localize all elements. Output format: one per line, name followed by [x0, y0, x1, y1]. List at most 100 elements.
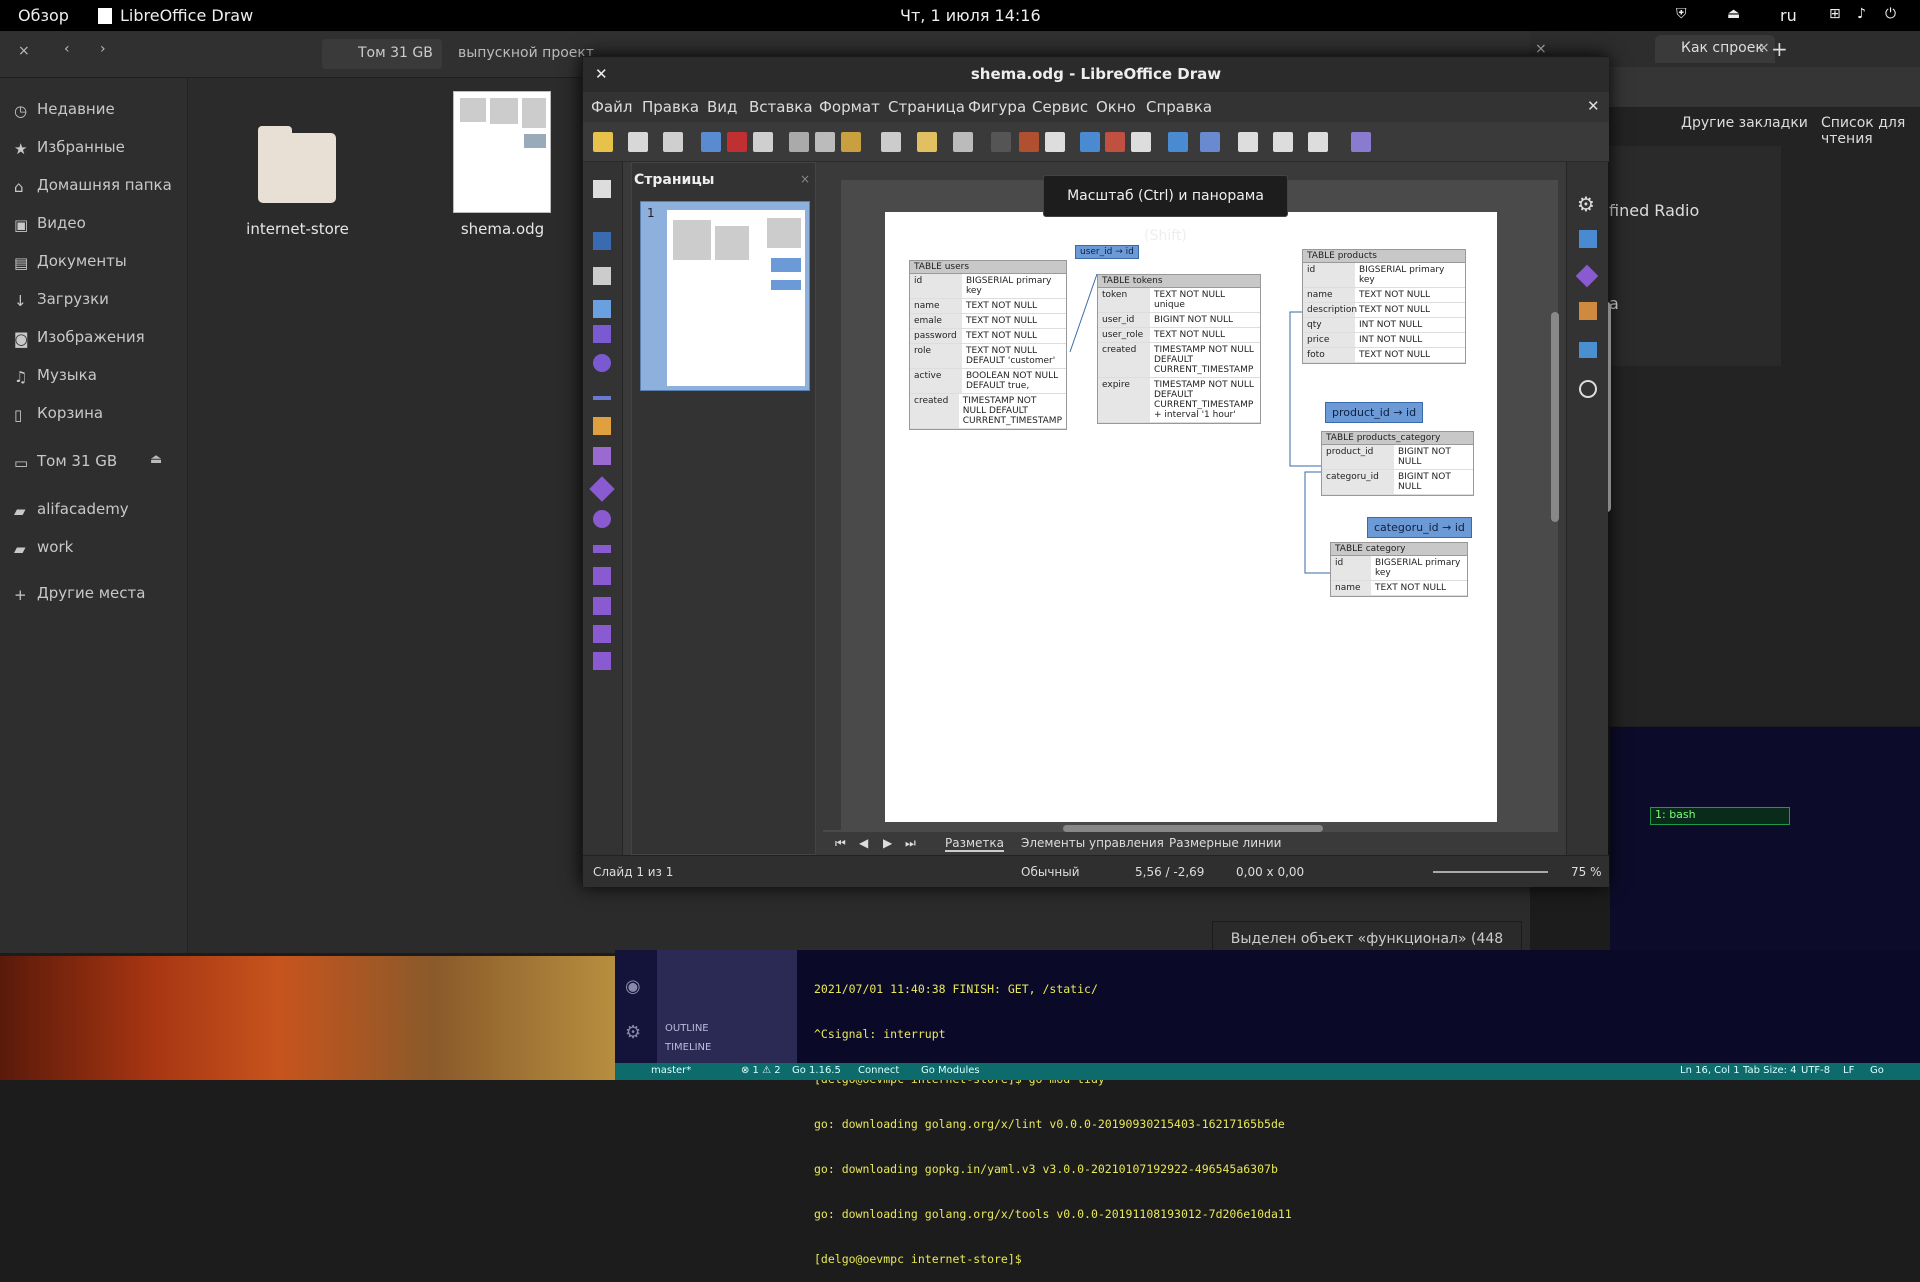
special-character-icon[interactable]: [1131, 132, 1151, 152]
menu-format[interactable]: Формат: [819, 98, 880, 116]
sidebar-item-home[interactable]: ⌂ Домашняя папка: [14, 176, 172, 196]
horizontal-scrollbar[interactable]: [1063, 825, 1323, 832]
timeline-section[interactable]: TIMELINE: [665, 1042, 711, 1053]
symbol-shapes-icon[interactable]: [593, 510, 611, 528]
git-branch[interactable]: master*: [651, 1065, 691, 1076]
save-icon[interactable]: [663, 132, 683, 152]
language-mode[interactable]: Go: [1870, 1065, 1884, 1076]
problems-count[interactable]: ⊗ 1 ⚠ 2: [741, 1065, 781, 1076]
basic-shapes-icon[interactable]: [589, 476, 615, 502]
bookmarks-folder[interactable]: Другие закладки: [1681, 115, 1808, 131]
file-label[interactable]: internet-store: [230, 220, 365, 238]
power-icon[interactable]: ⏻: [1885, 6, 1896, 22]
properties-icon[interactable]: [1579, 230, 1597, 248]
account-icon[interactable]: ◉: [625, 976, 641, 997]
keyboard-layout[interactable]: ru: [1780, 6, 1797, 25]
next-page-icon[interactable]: ▶: [883, 836, 892, 850]
arrange-icon[interactable]: [1273, 132, 1293, 152]
close-document-icon[interactable]: ✕: [1587, 97, 1600, 115]
vertical-scrollbar[interactable]: [1551, 312, 1559, 522]
tab-controls[interactable]: Элементы управления: [1021, 836, 1164, 850]
volume-icon[interactable]: ♪: [1857, 6, 1866, 22]
menu-file[interactable]: Файл: [591, 98, 632, 116]
reading-list[interactable]: Список для чтения: [1821, 115, 1920, 147]
export-icon[interactable]: [701, 132, 721, 152]
path-segment[interactable]: Том 31 GB: [322, 39, 442, 69]
block-arrows-icon[interactable]: [593, 545, 611, 553]
gallery-icon[interactable]: [1579, 342, 1597, 358]
styles-icon[interactable]: [1579, 302, 1597, 320]
align-icon[interactable]: [1238, 132, 1258, 152]
grid-icon[interactable]: [991, 132, 1011, 152]
eol[interactable]: LF: [1843, 1065, 1854, 1076]
transform-icon[interactable]: [1200, 132, 1220, 152]
menu-help[interactable]: Справка: [1146, 98, 1212, 116]
path-segment[interactable]: выпускной проект: [458, 45, 594, 61]
star-icon[interactable]: [593, 625, 611, 643]
sidebar-item-recent[interactable]: ◷ Недавние: [14, 100, 115, 120]
line-tool-icon[interactable]: [593, 300, 611, 318]
connect-status[interactable]: Connect: [858, 1065, 899, 1076]
sidebar-item-downloads[interactable]: ↓ Загрузки: [14, 290, 109, 310]
last-page-icon[interactable]: ⏭: [905, 836, 916, 851]
cursor-position[interactable]: Ln 16, Col 1: [1680, 1065, 1740, 1076]
line-arrow-icon[interactable]: [593, 396, 611, 400]
eject-icon[interactable]: ⏏: [150, 452, 162, 467]
outline-section[interactable]: OUTLINE: [665, 1023, 709, 1034]
encoding[interactable]: UTF-8: [1801, 1065, 1830, 1076]
clone-formatting-icon[interactable]: [881, 132, 901, 152]
zoom-pan-icon[interactable]: [1045, 132, 1065, 152]
gear-icon[interactable]: ⚙: [1577, 192, 1595, 216]
paste-icon[interactable]: [841, 132, 861, 152]
flowchart-icon[interactable]: [593, 567, 611, 585]
menu-page[interactable]: Страница: [888, 98, 965, 116]
cut-icon[interactable]: [789, 132, 809, 152]
line-color-icon[interactable]: [593, 232, 611, 250]
shadow-icon[interactable]: [1351, 132, 1371, 152]
activities-button[interactable]: Обзор: [18, 6, 69, 25]
copy-icon[interactable]: [815, 132, 835, 152]
close-panel-icon[interactable]: ×: [800, 172, 810, 186]
prev-page-icon[interactable]: ◀: [859, 836, 868, 850]
drawing-page[interactable]: TABLE users id BIGSERIAL primary key name…: [885, 212, 1497, 822]
helplines-icon[interactable]: [1019, 132, 1039, 152]
callout-icon[interactable]: [593, 597, 611, 615]
print-icon[interactable]: [753, 132, 773, 152]
forward-icon[interactable]: ›: [100, 41, 106, 57]
app-menu[interactable]: LibreOffice Draw: [120, 6, 253, 25]
document-thumbnail[interactable]: [453, 91, 551, 213]
fill-color-icon[interactable]: [593, 267, 611, 285]
back-icon[interactable]: ‹: [64, 41, 70, 57]
file-label[interactable]: shema.odg: [440, 220, 565, 238]
fontwork-icon[interactable]: [1168, 132, 1188, 152]
new-tab-icon[interactable]: +: [1771, 37, 1788, 61]
insert-image-icon[interactable]: [1080, 132, 1100, 152]
shield-icon[interactable]: ⛨: [1676, 6, 1687, 22]
close-window-icon[interactable]: ✕: [595, 65, 608, 83]
sidebar-item-videos[interactable]: ▣ Видео: [14, 214, 86, 234]
folder-icon[interactable]: [258, 133, 336, 203]
undo-icon[interactable]: [917, 132, 937, 152]
3d-object-icon[interactable]: [593, 652, 611, 670]
tab-layout[interactable]: Разметка: [945, 836, 1004, 852]
zoom-slider[interactable]: [1433, 871, 1548, 873]
eject-icon[interactable]: ⏏: [1727, 6, 1740, 22]
clock[interactable]: Чт, 1 июля 14:16: [900, 6, 1041, 25]
terminal-select[interactable]: 1: bash: [1650, 807, 1790, 825]
shapes-icon[interactable]: [1575, 264, 1599, 288]
menu-edit[interactable]: Правка: [642, 98, 699, 116]
sidebar-item-other-locations[interactable]: + Другие места: [14, 584, 145, 604]
sidebar-item-documents[interactable]: ▤ Документы: [14, 252, 127, 272]
sidebar-item-pictures[interactable]: ◙ Изображения: [14, 328, 145, 348]
tab-size[interactable]: Tab Size: 4: [1743, 1065, 1797, 1076]
navigator-icon[interactable]: [1579, 380, 1597, 398]
gear-icon[interactable]: ⚙: [625, 1022, 641, 1043]
terminal-output[interactable]: 2021/07/01 11:40:38 FINISH: GET, /static…: [814, 952, 1292, 1282]
connector-icon[interactable]: [593, 447, 611, 465]
sidebar-item-trash[interactable]: ▯ Корзина: [14, 404, 103, 424]
open-icon[interactable]: [628, 132, 648, 152]
menu-view[interactable]: Вид: [707, 98, 737, 116]
curve-icon[interactable]: [593, 417, 611, 435]
zoom-level[interactable]: 75 %: [1571, 865, 1602, 879]
rectangle-icon[interactable]: [593, 325, 611, 343]
